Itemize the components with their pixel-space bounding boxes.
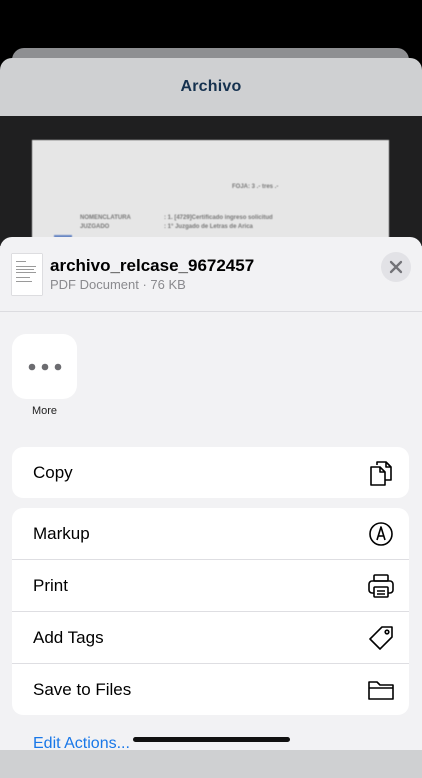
action-label: Add Tags: [33, 627, 104, 647]
tag-icon: [367, 624, 395, 652]
file-name: archivo_relcase_9672457: [50, 256, 255, 275]
pdf-text-line: JUZGADO: [80, 224, 110, 230]
action-print[interactable]: Print: [12, 559, 409, 611]
action-markup[interactable]: Markup: [12, 508, 409, 559]
file-thumbnail: [12, 254, 42, 295]
share-sheet: archivo_relcase_9672457 PDF Document · 7…: [0, 237, 422, 750]
actions-group-main: Markup Print Add Tags Save to Files: [12, 508, 409, 715]
file-meta: PDF Document · 76 KB: [50, 277, 186, 292]
more-label: More: [31, 405, 58, 417]
action-label: Print: [33, 575, 68, 595]
background-nav-bar: Archivo: [0, 58, 422, 117]
edit-actions-link[interactable]: Edit Actions...: [33, 735, 130, 750]
action-label: Copy: [33, 462, 73, 482]
pdf-text-line: FOJA: 3 .- tres .-: [232, 184, 279, 190]
ellipsis-icon: [28, 363, 61, 370]
action-copy[interactable]: Copy: [12, 447, 409, 498]
pdf-text-line: : 1° Juzgado de Letras de Arica: [164, 224, 253, 230]
action-label: Save to Files: [33, 679, 132, 699]
copy-icon: [367, 459, 395, 487]
action-save-to-files[interactable]: Save to Files: [12, 663, 409, 715]
pdf-text-line: : 1. [4729]Certificado ingreso solicitud: [164, 215, 273, 221]
actions-group-copy: Copy: [12, 447, 409, 498]
action-add-tags[interactable]: Add Tags: [12, 611, 409, 663]
print-icon: [367, 572, 395, 600]
markup-icon: [367, 520, 395, 548]
home-indicator[interactable]: [133, 737, 290, 742]
close-button[interactable]: [381, 252, 411, 282]
pdf-text-line: NOMENCLATURA: [80, 215, 131, 221]
action-label: Markup: [33, 523, 90, 543]
background-title: Archivo: [180, 78, 242, 95]
more-button[interactable]: [12, 334, 77, 399]
folder-icon: [367, 676, 395, 704]
share-header: archivo_relcase_9672457 PDF Document · 7…: [0, 237, 422, 312]
close-icon: [389, 260, 403, 274]
